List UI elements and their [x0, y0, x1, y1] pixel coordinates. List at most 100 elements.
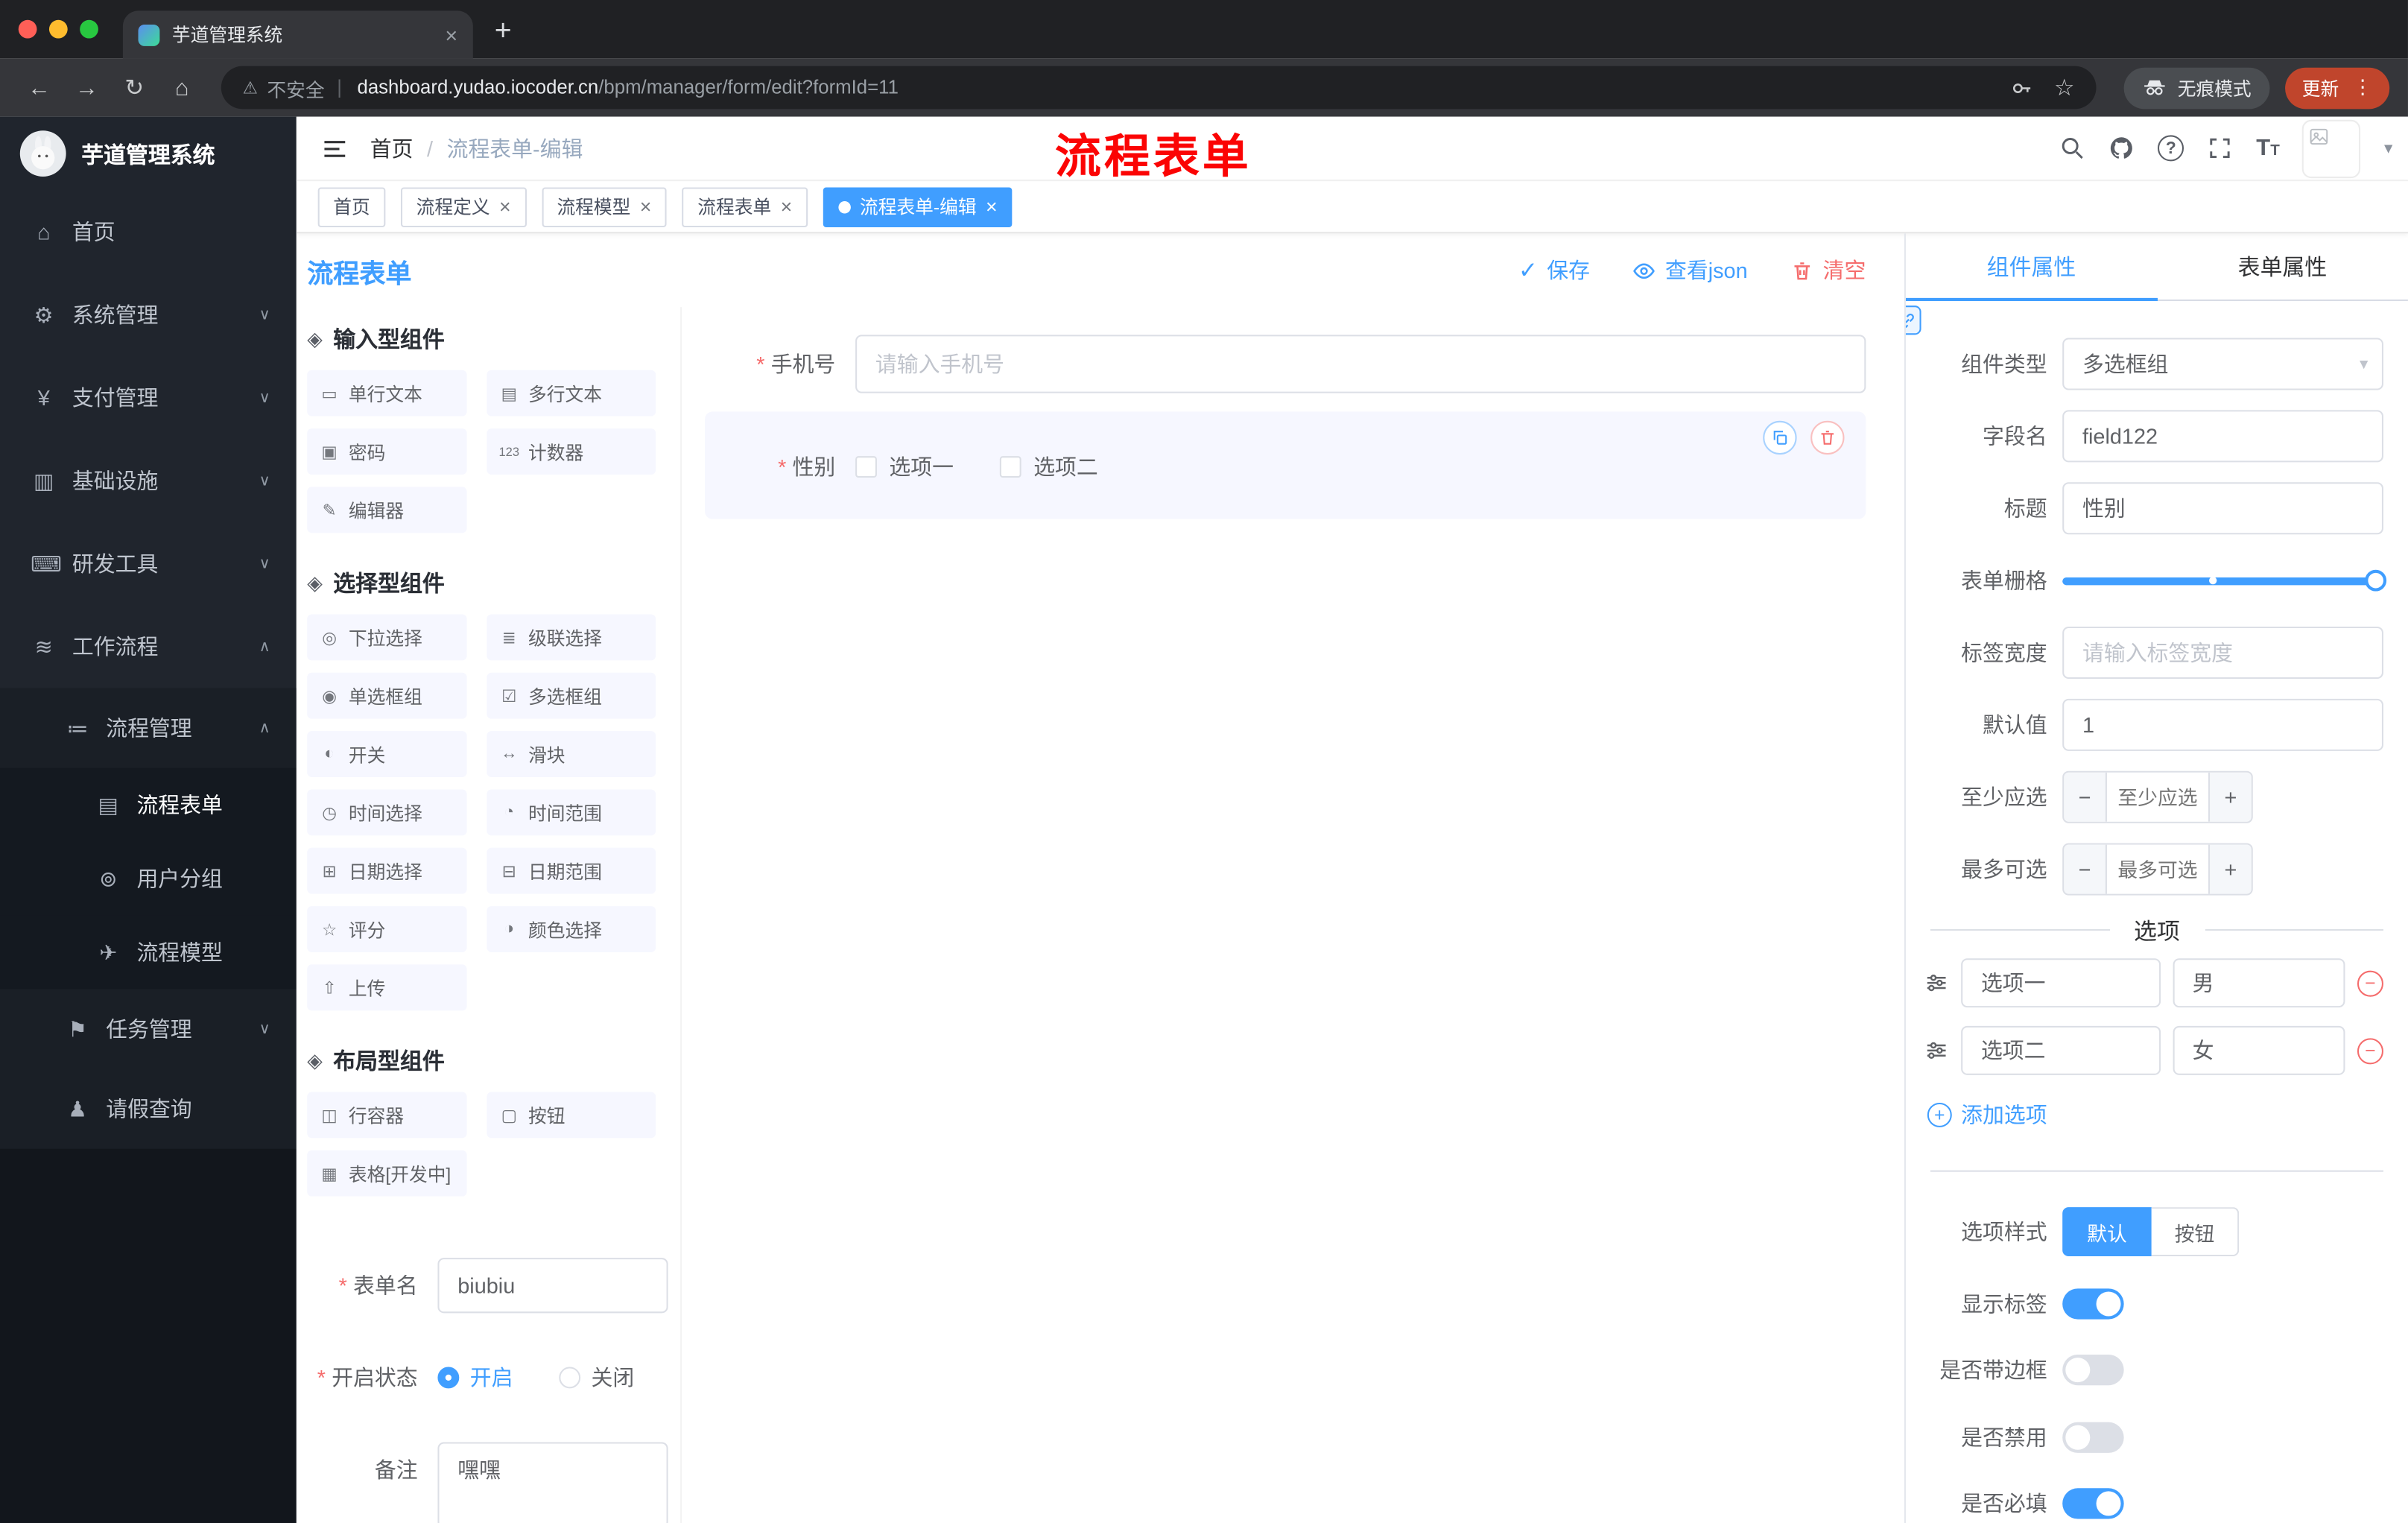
avatar-caret-icon[interactable]: ▾ [2384, 139, 2392, 159]
disabled-toggle[interactable] [2062, 1422, 2124, 1453]
link-icon[interactable] [1905, 305, 1921, 335]
avatar[interactable] [2302, 118, 2362, 178]
drag-sliders-icon[interactable] [1924, 971, 1949, 995]
tag-process-definition[interactable]: 流程定义 × [401, 186, 527, 227]
sidebar-item-dashboard[interactable]: ⌂ 首页 [0, 191, 297, 273]
browser-tab[interactable]: 芋道管理系统 × [122, 10, 473, 59]
bookmark-star-icon[interactable]: ☆ [2054, 74, 2075, 101]
sidebar-item-workflow[interactable]: ≋ 工作流程 ∧ [0, 605, 297, 688]
tag-close-icon[interactable]: × [640, 197, 652, 217]
palette-item-checkbox-group[interactable]: ☑ 多选框组 [487, 672, 656, 719]
palette-item-button[interactable]: ▢ 按钮 [487, 1092, 656, 1139]
slider-handle[interactable] [2365, 569, 2387, 592]
github-icon[interactable] [2108, 135, 2135, 161]
address-bar[interactable]: ⚠ 不安全 | dashboard.yudao.iocoder.cn /bpm/… [221, 66, 2097, 110]
canvas-field-gender-selected[interactable]: 性别 选项一 选项二 [705, 411, 1866, 519]
sidebar-item-user-group[interactable]: ⊚ 用户分组 [0, 841, 297, 916]
palette-item-dropdown-select[interactable]: ◎ 下拉选择 [307, 614, 467, 661]
stepper-plus-button[interactable]: + [2208, 772, 2252, 822]
palette-item-cascader[interactable]: ≣ 级联选择 [487, 614, 656, 661]
view-json-button[interactable]: 查看json [1633, 255, 1748, 285]
palette-item-upload[interactable]: ⇧ 上传 [307, 964, 467, 1011]
slider-track[interactable] [2062, 576, 2383, 585]
palette-item-radio-group[interactable]: ◉ 单选框组 [307, 672, 467, 719]
required-toggle[interactable] [2062, 1488, 2124, 1520]
tag-process-model[interactable]: 流程模型 × [541, 186, 668, 227]
palette-item-counter[interactable]: 123 计数器 [487, 428, 656, 475]
palette-item-switch[interactable]: ◐ 开关 [307, 731, 467, 777]
browser-menu-icon[interactable]: ⋮ [2353, 75, 2373, 100]
form-remark-textarea[interactable]: 嘿嘿 [437, 1442, 668, 1523]
sidebar-item-leave-query[interactable]: ♟ 请假查询 [0, 1068, 297, 1149]
palette-item-password[interactable]: ▣ 密码 [307, 428, 467, 475]
sidebar-item-dev-tools[interactable]: ⌨ 研发工具 ∨ [0, 522, 297, 605]
palette-item-rate[interactable]: ☆ 评分 [307, 906, 467, 952]
show-label-toggle[interactable] [2062, 1288, 2124, 1320]
delete-field-button[interactable] [1810, 420, 1845, 455]
tab-form-props[interactable]: 表单属性 [2157, 233, 2408, 300]
font-size-icon[interactable]: TT [2256, 135, 2279, 161]
palette-item-row-container[interactable]: ◫ 行容器 [307, 1092, 467, 1139]
form-name-input[interactable] [437, 1258, 668, 1314]
style-button-button[interactable]: 按钮 [2151, 1207, 2240, 1257]
option-1-value-input[interactable] [2172, 958, 2345, 1008]
checkbox-icon[interactable] [855, 456, 877, 478]
stepper-minus-button[interactable]: − [2064, 772, 2107, 822]
sidebar-item-task-management[interactable]: ⚑ 任务管理 ∨ [0, 989, 297, 1069]
fullscreen-icon[interactable] [2207, 135, 2233, 161]
style-default-button[interactable]: 默认 [2062, 1207, 2152, 1257]
tag-close-icon[interactable]: × [499, 197, 511, 217]
form-grid-slider[interactable] [2062, 554, 2387, 607]
palette-item-editor[interactable]: ✎ 编辑器 [307, 487, 467, 533]
remove-option-button[interactable]: − [2357, 969, 2383, 996]
tab-close-icon[interactable]: × [445, 22, 457, 47]
palette-item-time-picker[interactable]: ◷ 时间选择 [307, 789, 467, 836]
palette-item-single-line-text[interactable]: ▭ 单行文本 [307, 370, 467, 417]
maximize-window-button[interactable] [80, 19, 98, 39]
component-type-select[interactable]: 多选框组 ▾ [2062, 338, 2383, 390]
palette-item-slider[interactable]: ↔ 滑块 [487, 731, 656, 777]
drag-sliders-icon[interactable] [1924, 1038, 1949, 1063]
new-tab-button[interactable]: + [495, 16, 512, 49]
breadcrumb-home[interactable]: 首页 [370, 133, 414, 163]
palette-item-table[interactable]: ▦ 表格[开发中] [307, 1150, 467, 1197]
add-option-button[interactable]: + 添加选项 [1927, 1100, 2383, 1130]
title-input[interactable] [2062, 482, 2383, 535]
option-2-label-input[interactable] [1961, 1025, 2161, 1075]
sidebar-item-process-management[interactable]: ≔ 流程管理 ∧ [0, 688, 297, 768]
reload-button[interactable]: ↻ [114, 74, 156, 101]
remove-option-button[interactable]: − [2357, 1037, 2383, 1064]
tag-home[interactable]: 首页 [317, 186, 386, 227]
radio-status-on[interactable]: 开启 [437, 1362, 513, 1393]
option-2-value-input[interactable] [2172, 1025, 2345, 1075]
sidebar-item-payment-management[interactable]: ¥ 支付管理 ∨ [0, 356, 297, 439]
save-button[interactable]: ✓ 保存 [1518, 255, 1590, 285]
field-name-input[interactable] [2062, 410, 2383, 463]
option-1-label-input[interactable] [1961, 958, 2161, 1008]
palette-item-color-picker[interactable]: ◑ 颜色选择 [487, 906, 656, 952]
forward-button[interactable]: → [66, 75, 108, 101]
key-icon[interactable] [2009, 76, 2032, 99]
label-width-input[interactable] [2062, 626, 2383, 680]
tab-component-props[interactable]: 组件属性 [1905, 233, 2157, 301]
tag-close-icon[interactable]: × [781, 197, 793, 217]
sidebar-item-process-model[interactable]: ✈ 流程模型 [0, 915, 297, 990]
sidebar-item-process-form[interactable]: ▤ 流程表单 [0, 767, 297, 842]
border-toggle[interactable] [2062, 1355, 2124, 1386]
hamburger-menu-icon[interactable] [321, 134, 349, 162]
checkbox-option-2[interactable]: 选项二 [999, 452, 1098, 482]
sidebar-item-infrastructure[interactable]: ▥ 基础设施 ∨ [0, 440, 297, 522]
tag-close-icon[interactable]: × [986, 197, 998, 217]
stepper-minus-button[interactable]: − [2064, 844, 2107, 894]
sidebar-item-system-management[interactable]: ⚙ 系统管理 ∨ [0, 273, 297, 356]
stepper-plus-button[interactable]: + [2208, 844, 2252, 894]
palette-item-time-range[interactable]: ◔ 时间范围 [487, 789, 656, 836]
phone-input[interactable] [855, 335, 1866, 393]
max-select-input[interactable] [2106, 844, 2209, 894]
close-window-button[interactable] [18, 19, 37, 39]
tag-process-form-edit[interactable]: 流程表单-编辑 × [823, 186, 1013, 227]
radio-status-off[interactable]: 关闭 [559, 1362, 634, 1393]
minimize-window-button[interactable] [48, 19, 68, 39]
palette-item-date-picker[interactable]: ⊞ 日期选择 [307, 847, 467, 894]
help-icon[interactable]: ? [2158, 135, 2184, 162]
